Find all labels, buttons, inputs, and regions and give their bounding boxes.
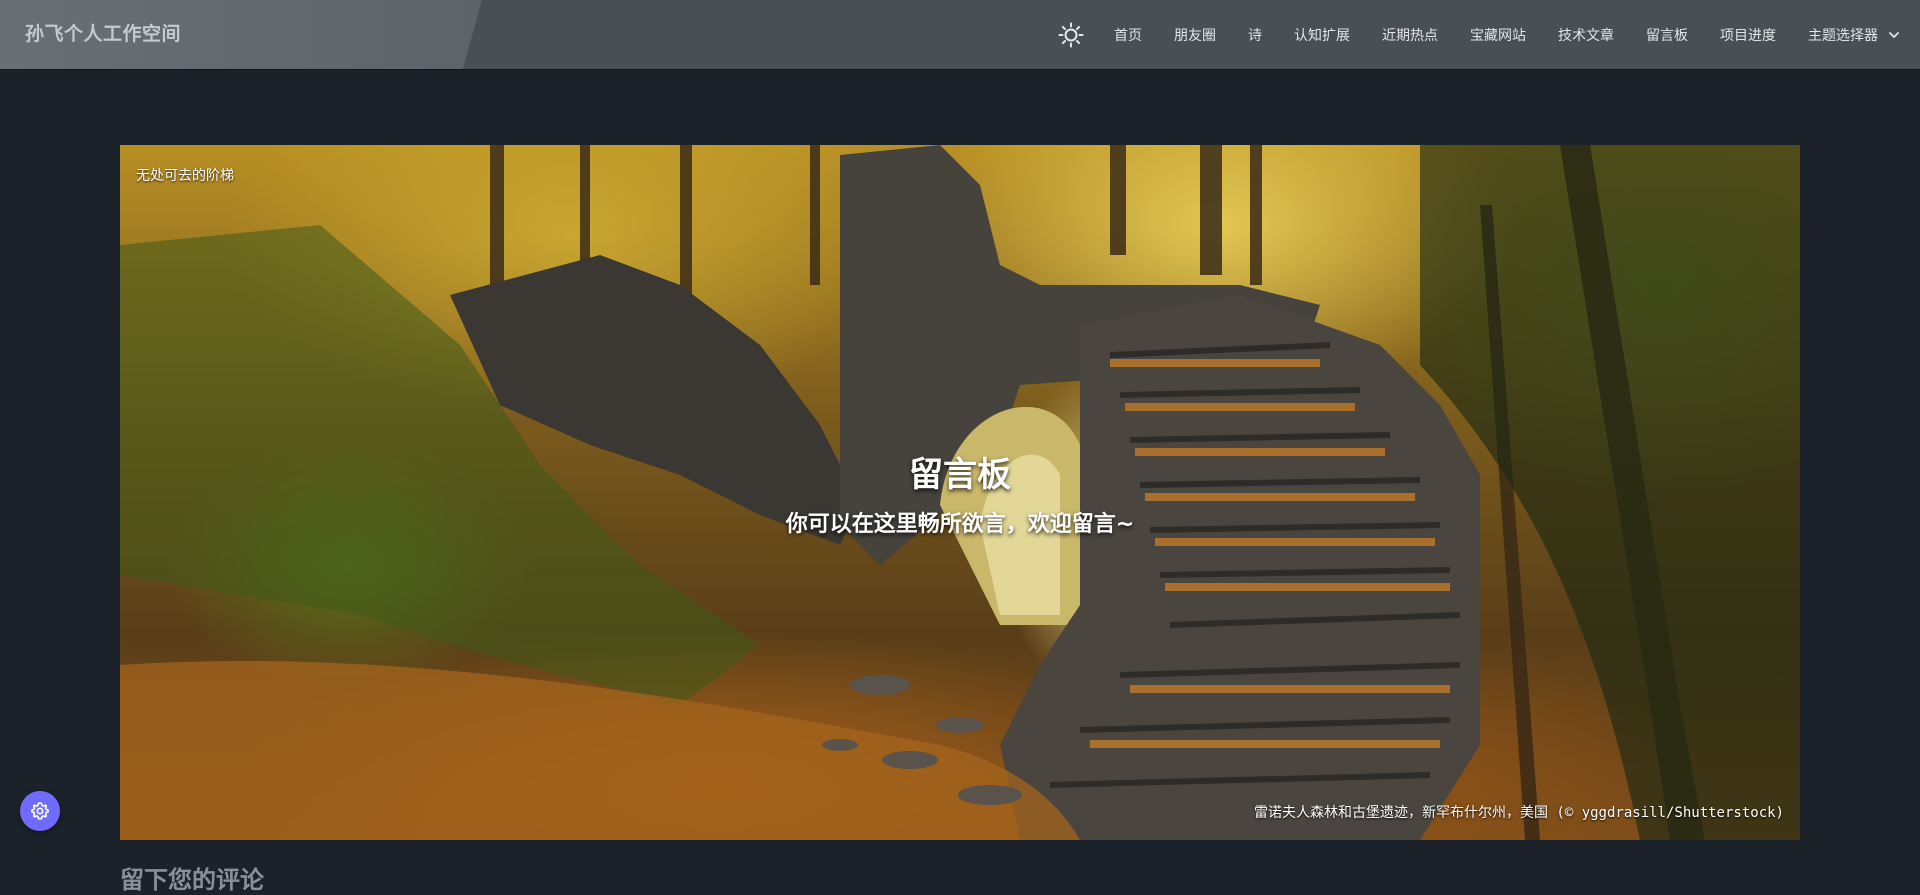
settings-button[interactable] [20,791,60,831]
nav-poetry[interactable]: 诗 [1248,25,1262,45]
main-nav: 首页 朋友圈 诗 认知扩展 近期热点 宝藏网站 技术文章 留言板 项目进度 主题… [1058,0,1900,69]
theme-selector-label: 主题选择器 [1808,27,1878,44]
image-caption: 无处可去的阶梯 [136,168,234,184]
page-title: 留言板 [909,455,1011,495]
nav-moments[interactable]: 朋友圈 [1174,25,1216,45]
comments-heading: 留下您的评论 [120,866,264,894]
nav-hot-topics[interactable]: 近期热点 [1382,25,1438,45]
hero-banner: 无处可去的阶梯 留言板 你可以在这里畅所欲言，欢迎留言~ 雷诺夫人森林和古堡遗迹… [120,145,1800,840]
nav-home[interactable]: 首页 [1114,25,1142,45]
gear-icon [31,802,49,820]
page-subtitle: 你可以在这里畅所欲言，欢迎留言~ [785,512,1135,537]
nav-message-board[interactable]: 留言板 [1646,25,1688,45]
chevron-down-icon [1889,31,1899,38]
nav-cognition[interactable]: 认知扩展 [1294,25,1350,45]
top-navbar: 孙飞个人工作空间 首页 朋友圈 诗 认知扩展 近期热点 宝藏网站 技术文章 留言… [0,0,1920,69]
nav-project-progress[interactable]: 项目进度 [1720,25,1776,45]
nav-treasure-sites[interactable]: 宝藏网站 [1470,25,1526,45]
sun-icon[interactable] [1058,22,1084,48]
site-brand[interactable]: 孙飞个人工作空间 [25,0,181,69]
nav-tech-articles[interactable]: 技术文章 [1558,25,1614,45]
theme-selector-dropdown[interactable]: 主题选择器 [1808,25,1900,45]
image-credit: 雷诺夫人森林和古堡遗迹，新罕布什尔州，美国 (© yggdrasill/Shut… [1253,805,1784,821]
